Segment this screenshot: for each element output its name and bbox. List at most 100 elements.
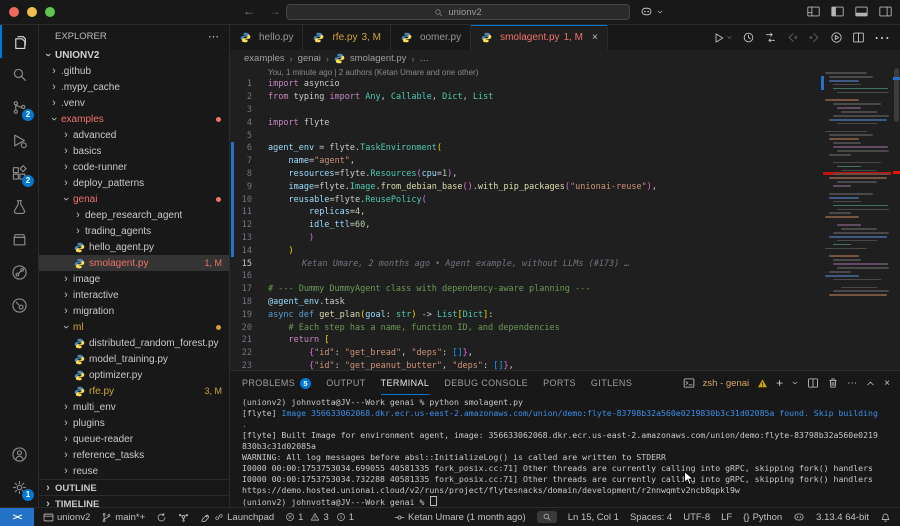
indentation-status[interactable]: Spaces: 4	[630, 512, 672, 523]
sidebar-item-ml[interactable]: ›ml	[39, 319, 229, 335]
flyte-extension-icon[interactable]	[0, 289, 38, 322]
breadcrumb-item-…[interactable]: …	[419, 53, 429, 64]
sidebar-item-smolagent.py[interactable]: smolagent.py1, M	[39, 255, 229, 271]
split-editor-icon[interactable]	[852, 31, 865, 44]
previous-change-icon[interactable]	[786, 31, 799, 44]
terminal-dropdown-icon[interactable]	[791, 379, 799, 387]
more-actions-icon[interactable]: ⋯	[874, 28, 890, 48]
search-status-button[interactable]	[537, 511, 557, 523]
tab-oomer.py[interactable]: oomer.py	[391, 25, 471, 50]
maximize-panel-icon[interactable]	[865, 378, 876, 389]
sidebar-item-deep_research_agent[interactable]: ›deep_research_agent	[39, 207, 229, 223]
encoding-status[interactable]: UTF-8	[683, 512, 710, 523]
customize-layout-icon[interactable]	[807, 6, 820, 17]
sidebar-item-examples[interactable]: ›examples	[39, 111, 229, 127]
settings-button[interactable]: 1	[0, 471, 38, 504]
compare-changes-icon[interactable]	[764, 31, 777, 44]
sidebar-item-basics[interactable]: ›basics	[39, 143, 229, 159]
code-line-10[interactable]: 10 reusable=flyte.ReusePolicy(	[230, 193, 900, 206]
panel-tab-gitlens[interactable]: GITLENS	[591, 371, 632, 395]
copilot-status[interactable]	[793, 511, 805, 523]
breadcrumb-item-examples[interactable]: examples	[244, 53, 285, 64]
code-line-12[interactable]: 12 idle_ttl=60,	[230, 219, 900, 232]
panel-tab-terminal[interactable]: TERMINAL	[381, 371, 430, 395]
status-project[interactable]: unionv2	[43, 512, 90, 523]
close-window-button[interactable]	[9, 7, 19, 17]
cursor-position[interactable]: Ln 15, Col 1	[568, 512, 619, 523]
sidebar-item-distributed_random_forest.py[interactable]: distributed_random_forest.py	[39, 335, 229, 351]
account-button[interactable]	[0, 438, 38, 471]
breadcrumb-item-genai[interactable]: genai	[298, 53, 321, 64]
code-line-15[interactable]: 15Ketan Umare, 2 months ago • Agent exam…	[230, 257, 900, 270]
code-line-17[interactable]: 17# --- Dummy DummyAgent class with depe…	[230, 283, 900, 296]
code-line-2[interactable]: 2from typing import Any, Callable, Dict,…	[230, 91, 900, 104]
outline-section[interactable]: › OUTLINE	[39, 479, 229, 496]
editor-scrollbar[interactable]	[893, 67, 900, 370]
sidebar-item-rfe.py[interactable]: rfe.py3, M	[39, 383, 229, 399]
nav-forward-button[interactable]: →	[269, 4, 281, 18]
cluster-button[interactable]	[178, 512, 189, 523]
toggle-secondary-sidebar-icon[interactable]	[879, 6, 892, 17]
sidebar-item-plugins[interactable]: ›plugins	[39, 415, 229, 431]
code-line-19[interactable]: 19async def get_plan(goal: str) -> List[…	[230, 308, 900, 321]
code-line-20[interactable]: 20 # Each step has a name, function ID, …	[230, 321, 900, 334]
copilot-menu[interactable]	[640, 5, 664, 18]
sidebar-item-.mypy_cache[interactable]: ›.mypy_cache	[39, 79, 229, 95]
code-line-22[interactable]: 22 {"id": "get_bread", "deps": []},	[230, 347, 900, 360]
code-line-8[interactable]: 8 resources=flyte.Resources(cpu=1),	[230, 168, 900, 181]
source-control-view-icon[interactable]: 2	[0, 91, 38, 124]
panel-tab-debug-console[interactable]: DEBUG CONSOLE	[444, 371, 528, 395]
sidebar-item-.github[interactable]: ›.github	[39, 63, 229, 79]
sidebar-item-reuse[interactable]: ›reuse	[39, 463, 229, 479]
sidebar-item-.venv[interactable]: ›.venv	[39, 95, 229, 111]
gitlens-blame-status[interactable]: Ketan Umare (1 month ago)	[394, 512, 526, 523]
code-line-7[interactable]: 7 name="agent",	[230, 155, 900, 168]
sidebar-item-optimizer.py[interactable]: optimizer.py	[39, 367, 229, 383]
explorer-view-icon[interactable]	[0, 25, 38, 58]
remote-indicator[interactable]: ><	[0, 508, 34, 526]
code-line-3[interactable]: 3	[230, 104, 900, 117]
code-line-11[interactable]: 11 replicas=4,	[230, 206, 900, 219]
kill-terminal-icon[interactable]	[827, 377, 839, 389]
command-center[interactable]: unionv2	[286, 4, 630, 20]
panel-tab-problems[interactable]: PROBLEMS5	[242, 371, 311, 395]
history-icon[interactable]	[742, 31, 755, 44]
sidebar-item-code-runner[interactable]: ›code-runner	[39, 159, 229, 175]
sidebar-item-hello_agent.py[interactable]: hello_agent.py	[39, 239, 229, 255]
new-terminal-button[interactable]: +	[776, 376, 783, 390]
tab-hello.py[interactable]: hello.py	[230, 25, 303, 50]
panel-tab-output[interactable]: OUTPUT	[326, 371, 365, 395]
sidebar-item-migration[interactable]: ›migration	[39, 303, 229, 319]
run-python-file-button[interactable]	[713, 32, 733, 44]
python-interpreter-status[interactable]: 3.13.4 64-bit	[816, 512, 869, 523]
testing-view-icon[interactable]	[0, 190, 38, 223]
toggle-panel-icon[interactable]	[855, 6, 868, 17]
code-line-21[interactable]: 21 return [	[230, 334, 900, 347]
split-terminal-icon[interactable]	[807, 377, 819, 389]
code-line-23[interactable]: 23 {"id": "get_peanut_butter", "deps": […	[230, 360, 900, 370]
tab-smolagent.py[interactable]: smolagent.py1, M×	[471, 25, 608, 50]
toggle-sidebar-icon[interactable]	[831, 6, 844, 17]
terminal-session-label[interactable]: zsh - genai	[703, 378, 749, 389]
sidebar-item-trading_agents[interactable]: ›trading_agents	[39, 223, 229, 239]
code-line-13[interactable]: 13 )	[230, 232, 900, 245]
codelens-annotation[interactable]: You, 1 minute ago | 2 authors (Ketan Uma…	[230, 67, 900, 78]
code-line-14[interactable]: 14 )	[230, 244, 900, 257]
minimap[interactable]	[825, 69, 891, 365]
union-extension-icon[interactable]	[0, 256, 38, 289]
sidebar-item-multi_env[interactable]: ›multi_env	[39, 399, 229, 415]
code-line-16[interactable]: 16	[230, 270, 900, 283]
next-change-icon[interactable]	[808, 31, 821, 44]
sidebar-item-advanced[interactable]: ›advanced	[39, 127, 229, 143]
terminal-output[interactable]: (unionv2) johnvotta@JV---Work genai % py…	[242, 397, 898, 508]
launchpad-button[interactable]: Launchpad	[200, 512, 274, 523]
code-line-4[interactable]: 4import flyte	[230, 116, 900, 129]
library-view-icon[interactable]	[0, 223, 38, 256]
sidebar-item-image[interactable]: ›image	[39, 271, 229, 287]
code-line-18[interactable]: 18@agent_env.task	[230, 296, 900, 309]
sidebar-item-queue-reader[interactable]: ›queue-reader	[39, 431, 229, 447]
run-interactive-icon[interactable]	[830, 31, 843, 44]
panel-tab-ports[interactable]: PORTS	[543, 371, 576, 395]
notifications-button[interactable]	[880, 512, 891, 523]
run-debug-view-icon[interactable]	[0, 124, 38, 157]
